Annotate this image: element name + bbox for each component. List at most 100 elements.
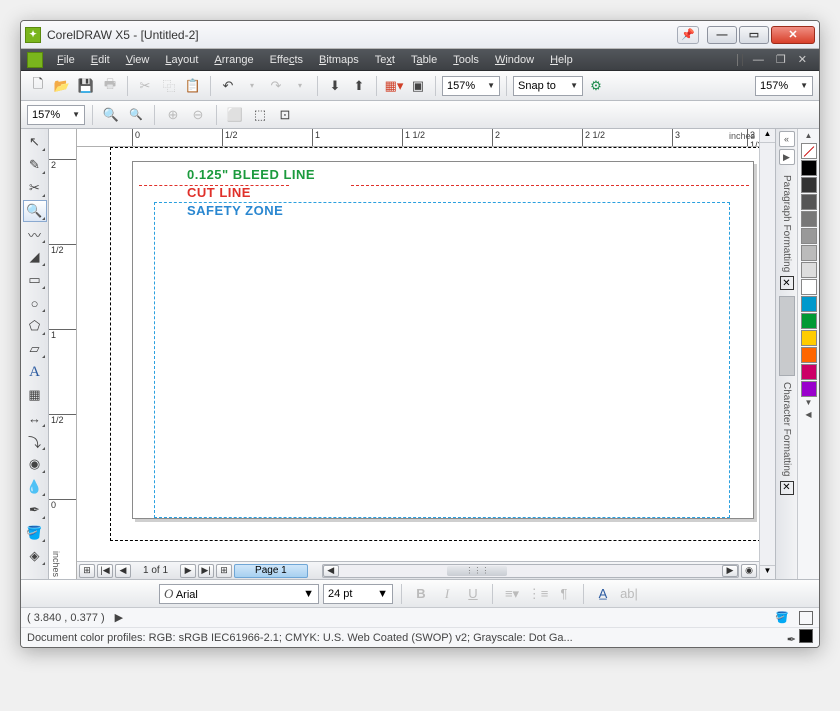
swatch-none[interactable]	[801, 143, 817, 159]
font-combo[interactable]: O Arial▼	[159, 584, 319, 604]
page-tab[interactable]: Page 1	[234, 564, 308, 578]
connector-tool[interactable]: ⤵	[23, 430, 47, 452]
add-page-before[interactable]: ⊞	[79, 564, 95, 578]
print-button[interactable]: 🖶	[99, 75, 121, 97]
maximize-button[interactable]: ▭	[739, 26, 769, 44]
outline-indicator[interactable]: ✒	[787, 634, 796, 646]
fill-tool[interactable]: 🪣	[23, 522, 47, 544]
docker-para-fmt[interactable]: Paragraph Formatting	[781, 175, 792, 272]
outline-swatch[interactable]	[799, 629, 813, 643]
crop-tool[interactable]: ✂	[23, 177, 47, 199]
menu-table[interactable]: Table	[403, 52, 445, 68]
next-page[interactable]: ▶	[180, 564, 196, 578]
zoom-page-icon[interactable]: ⬜	[224, 104, 246, 126]
edit-text-button[interactable]: ab|	[618, 583, 640, 605]
vertical-ruler[interactable]: 2 1/2 1 1/2 0 inches	[49, 129, 77, 579]
import-button[interactable]: ⬇	[324, 75, 346, 97]
swatch[interactable]	[801, 177, 817, 193]
menu-edit[interactable]: Edit	[83, 52, 118, 68]
nav-button[interactable]: ◉	[741, 564, 757, 578]
dimension-tool[interactable]: ↔	[23, 407, 47, 429]
first-page[interactable]: |◀	[97, 564, 113, 578]
doc-restore[interactable]: ❐	[770, 53, 792, 66]
app-launcher[interactable]: ▦▾	[383, 75, 405, 97]
swatch[interactable]	[801, 228, 817, 244]
close-button[interactable]: ✕	[771, 26, 815, 44]
menu-help[interactable]: Help	[542, 52, 581, 68]
paste-button[interactable]: 📋	[182, 75, 204, 97]
options-button[interactable]: ⚙	[585, 75, 607, 97]
ellipse-tool[interactable]: ○	[23, 292, 47, 314]
interactive-fill-tool[interactable]: ◈	[23, 545, 47, 567]
docker-drag[interactable]	[779, 296, 795, 376]
cut-button[interactable]: ✂	[134, 75, 156, 97]
docker-close-1[interactable]: ✕	[780, 276, 794, 290]
polygon-tool[interactable]: ⬠	[23, 315, 47, 337]
undo-drop[interactable]: ▾	[241, 75, 263, 97]
doc-minimize[interactable]: —	[747, 54, 770, 66]
menu-text[interactable]: Text	[367, 52, 403, 68]
swatch[interactable]	[801, 330, 817, 346]
snap-combo[interactable]: Snap to▼	[513, 76, 583, 96]
prev-page[interactable]: ◀	[115, 564, 131, 578]
menu-layout[interactable]: Layout	[157, 52, 206, 68]
swatch[interactable]	[801, 262, 817, 278]
menu-app-icon[interactable]	[27, 52, 43, 68]
swatch[interactable]	[801, 296, 817, 312]
italic-button[interactable]: I	[436, 583, 458, 605]
zoom-height-icon[interactable]: ⊡	[274, 104, 296, 126]
open-button[interactable]: 📂	[51, 75, 73, 97]
minimize-button[interactable]: —	[707, 26, 737, 44]
palette-expand[interactable]: ◀	[805, 410, 811, 422]
zoom-width-icon[interactable]: ⬚	[249, 104, 271, 126]
canvas[interactable]: 0.125" BLEED LINE CUT LINE SAFETY ZONE	[77, 147, 759, 561]
vscrollbar[interactable]: ▲ ▼	[759, 129, 775, 579]
export-button[interactable]: ⬆	[348, 75, 370, 97]
palette-up[interactable]: ▲	[805, 131, 813, 143]
text-tool[interactable]: A	[23, 361, 47, 383]
basic-shapes-tool[interactable]: ▱	[23, 338, 47, 360]
swatch[interactable]	[801, 313, 817, 329]
swatch[interactable]	[801, 364, 817, 380]
menu-effects[interactable]: Effects	[262, 52, 311, 68]
swatch[interactable]	[801, 347, 817, 363]
zoom-tool[interactable]: 🔍	[23, 200, 47, 222]
horizontal-ruler[interactable]: 0 1/2 1 1 1/2 2 2 1/2 3 3 1/2 inches	[77, 129, 759, 147]
titlebar[interactable]: ✦ CorelDRAW X5 - [Untitled-2] 📌 — ▭ ✕	[21, 21, 819, 49]
menu-arrange[interactable]: Arrange	[206, 52, 261, 68]
pin-button[interactable]: 📌	[677, 26, 699, 44]
redo-button[interactable]: ↷	[265, 75, 287, 97]
menu-bitmaps[interactable]: Bitmaps	[311, 52, 367, 68]
freehand-tool[interactable]: 〰	[23, 223, 47, 245]
menu-view[interactable]: View	[118, 52, 158, 68]
fill-swatch[interactable]	[799, 611, 813, 625]
save-button[interactable]: 💾	[75, 75, 97, 97]
zoom-combo-3[interactable]: 157%▼	[27, 105, 85, 125]
table-tool[interactable]: ▦	[23, 384, 47, 406]
fill-indicator[interactable]: 🪣	[775, 611, 789, 624]
eyedropper-tool[interactable]: 💧	[23, 476, 47, 498]
blend-tool[interactable]: ◉	[23, 453, 47, 475]
doc-close[interactable]: ✕	[792, 53, 813, 66]
redo-drop[interactable]: ▾	[289, 75, 311, 97]
dropcap-button[interactable]: ¶	[553, 583, 575, 605]
zoom-all-icon[interactable]: ⊖	[187, 104, 209, 126]
zoom-out-icon[interactable]: 🔍	[125, 104, 147, 126]
pick-tool[interactable]: ↖	[23, 131, 47, 153]
palette-down[interactable]: ▼	[805, 398, 813, 410]
menu-file[interactable]: File	[49, 52, 83, 68]
last-page[interactable]: ▶|	[198, 564, 214, 578]
underline-button[interactable]: U	[462, 583, 484, 605]
rectangle-tool[interactable]: ▭	[23, 269, 47, 291]
undo-button[interactable]: ↶	[217, 75, 239, 97]
menu-splitter[interactable]	[737, 54, 743, 66]
docker-expand[interactable]: «	[779, 131, 795, 147]
bold-button[interactable]: B	[410, 583, 432, 605]
menu-window[interactable]: Window	[487, 52, 542, 68]
swatch[interactable]	[801, 194, 817, 210]
zoom-combo-2[interactable]: 157%▼	[755, 76, 813, 96]
swatch[interactable]	[801, 381, 817, 397]
swatch[interactable]	[801, 279, 817, 295]
swatch[interactable]	[801, 160, 817, 176]
menu-tools[interactable]: Tools	[445, 52, 487, 68]
